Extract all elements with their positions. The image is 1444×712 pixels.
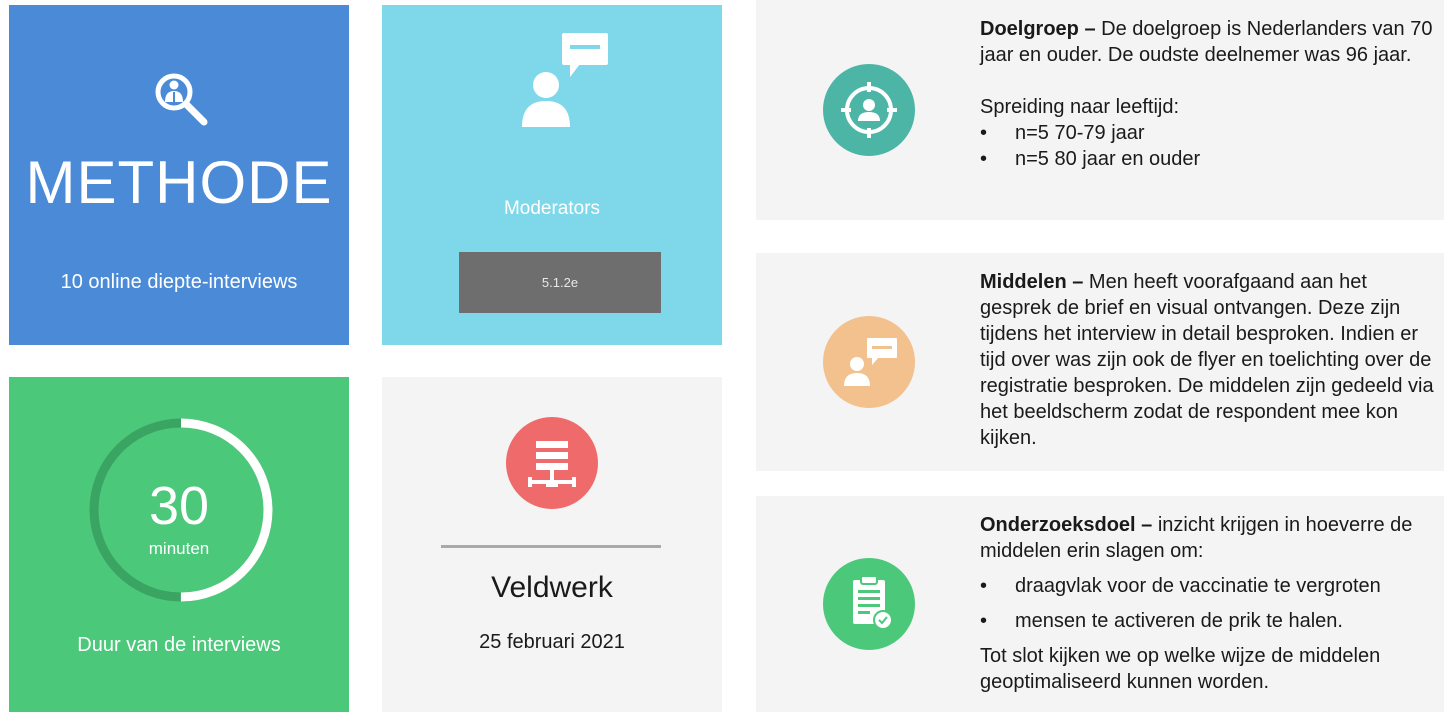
veldwerk-tile: Veldwerk 25 februari 2021 (382, 377, 722, 712)
veldwerk-title: Veldwerk (491, 571, 613, 604)
list-item: n=5 70-79 jaar (980, 120, 1442, 146)
moderators-label: Moderators (503, 198, 601, 219)
target-person-icon (823, 64, 915, 161)
doelgroep-panel: Doelgroep – De doelgroep is Nederlanders… (756, 0, 1444, 220)
duur-value: 30 (148, 476, 210, 536)
onderzoeksdoel-panel: Onderzoeksdoel – inzicht krijgen in hoev… (756, 496, 1444, 712)
search-person-icon (152, 70, 214, 131)
middelen-heading: Middelen – (980, 271, 1084, 293)
onderzoeksdoel-heading: Onderzoeksdoel – (980, 514, 1153, 536)
duur-unit: minuten (148, 539, 210, 558)
middelen-body: Men heeft voorafgaand aan het gesprek de… (980, 271, 1434, 449)
speaker-chat-icon (520, 33, 612, 138)
clipboard-check-icon (823, 558, 915, 655)
doelgroep-text: Doelgroep – De doelgroep is Nederlanders… (980, 16, 1442, 172)
methode-title: METHODE (25, 149, 333, 216)
divider (441, 545, 661, 548)
methode-tile: METHODE 10 online diepte-interviews (9, 5, 349, 345)
doelgroep-heading: Doelgroep – (980, 18, 1096, 40)
veldwerk-date: 25 februari 2021 (479, 631, 625, 653)
spreiding-title: Spreiding naar leeftijd: (980, 96, 1180, 118)
moderators-tile: Moderators 5.1.2e (382, 5, 722, 345)
list-item: mensen te activeren de prik te halen. (980, 608, 1442, 634)
network-server-icon (506, 417, 598, 514)
middelen-text: Middelen – Men heeft voorafgaand aan het… (980, 269, 1442, 451)
middelen-panel: Middelen – Men heeft voorafgaand aan het… (756, 253, 1444, 471)
list-item: n=5 80 jaar en ouder (980, 146, 1442, 172)
person-chat-icon (823, 316, 915, 413)
onderzoeksdoel-closing: Tot slot kijken we op welke wijze de mid… (980, 645, 1381, 693)
duur-label: Duur van de interviews (77, 634, 281, 656)
duur-tile: 30 minuten Duur van de interviews (9, 377, 349, 712)
redacted-box: 5.1.2e (459, 252, 661, 313)
onderzoeksdoel-text: Onderzoeksdoel – inzicht krijgen in hoev… (980, 512, 1442, 695)
list-item: draagvlak voor de vaccinatie te vergrote… (980, 573, 1442, 599)
methode-subtitle: 10 online diepte-interviews (60, 271, 298, 293)
